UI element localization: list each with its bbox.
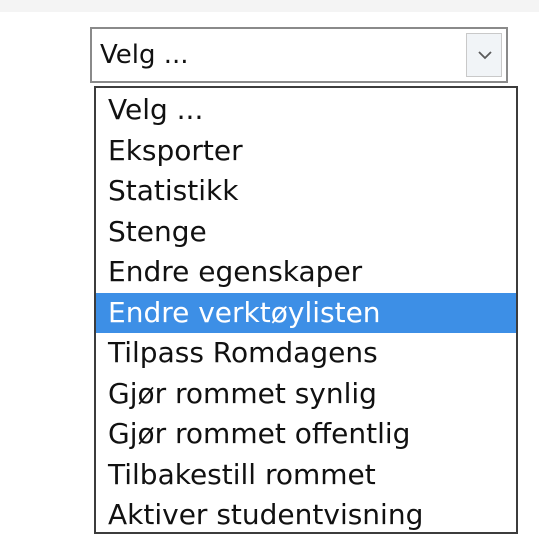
option-tilpass-romdagens[interactable]: Tilpass Romdagens bbox=[96, 333, 516, 374]
option-gjor-rommet-synlig[interactable]: Gjør rommet synlig bbox=[96, 374, 516, 415]
option-tilbakestill-rommet[interactable]: Tilbakestill rommet bbox=[96, 455, 516, 496]
chevron-down-icon bbox=[478, 51, 492, 60]
select-toggle-button[interactable] bbox=[466, 33, 502, 77]
action-select[interactable]: Velg ... bbox=[90, 27, 508, 83]
option-statistikk[interactable]: Statistikk bbox=[96, 171, 516, 212]
option-stenge[interactable]: Stenge bbox=[96, 212, 516, 253]
option-gjor-rommet-offentlig[interactable]: Gjør rommet offentlig bbox=[96, 414, 516, 455]
option-aktiver-studentvisning[interactable]: Aktiver studentvisning bbox=[96, 495, 516, 536]
select-current-value: Velg ... bbox=[100, 40, 189, 70]
page: Velg ... Velg ... Eksporter Statistikk S… bbox=[0, 0, 539, 553]
option-endre-egenskaper[interactable]: Endre egenskaper bbox=[96, 252, 516, 293]
option-eksporter[interactable]: Eksporter bbox=[96, 131, 516, 172]
option-endre-verktoylisten[interactable]: Endre verktøylisten bbox=[96, 292, 516, 333]
option-velg[interactable]: Velg ... bbox=[96, 90, 516, 131]
dropdown-list: Velg ... Eksporter Statistikk Stenge End… bbox=[94, 86, 518, 534]
top-band bbox=[0, 0, 539, 12]
